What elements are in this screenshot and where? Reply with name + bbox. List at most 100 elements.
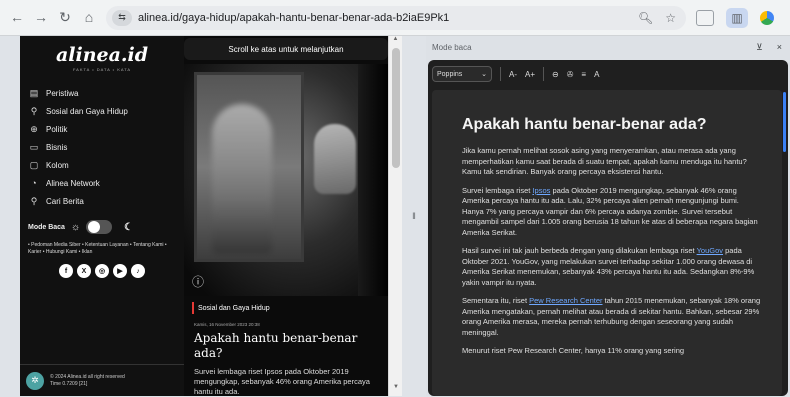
chevron-down-icon: ⌄ <box>481 71 487 78</box>
sidebar-item-peristiwa[interactable]: ▤ Peristiwa <box>20 84 184 102</box>
image-shadow <box>358 64 388 296</box>
dark-mode-toggle[interactable] <box>86 220 113 234</box>
paragraph-text: Hasil survei ini tak jauh berbeda dengan… <box>462 246 697 255</box>
site-logo[interactable]: alinea.id <box>20 44 184 66</box>
globe-icon: ⊕ <box>30 123 38 134</box>
sidebar-item-bisnis[interactable]: ▭ Bisnis <box>20 138 184 156</box>
sidebar-menu: ▤ Peristiwa ⚲ Sosial dan Gaya Hidup ⊕ Polit… <box>20 84 184 210</box>
moon-icon[interactable]: ☾ <box>124 222 133 233</box>
tiktok-icon[interactable]: ♪ <box>131 264 145 278</box>
sidebar-item-label: Alinea Network <box>46 178 100 188</box>
copyright-text: © 2024 Alinea.id all right reserved <box>50 373 125 380</box>
pin-icon[interactable]: ⊻ <box>756 42 763 53</box>
theme-icon[interactable]: ✇ <box>567 70 574 79</box>
yougov-link[interactable]: YouGov <box>697 246 723 255</box>
paragraph-text: Survei lembaga riset <box>462 185 533 195</box>
scroll-hint[interactable]: Scroll ke atas untuk melanjutkan <box>184 38 388 60</box>
category-accent <box>192 302 194 314</box>
pew-link[interactable]: Pew Research Center <box>529 296 602 305</box>
bookmark-star-icon[interactable]: ☆ <box>665 11 676 25</box>
logo-tagline: FAKTA • DATA • KATA <box>72 67 132 72</box>
browser-toolbar: ← → ↻ ⌂ ⇆ alinea.id/gaya-hidup/apakah-ha… <box>0 0 790 36</box>
paragraph-text: Sementara itu, riset <box>462 296 530 305</box>
reader-toolbar: Poppins ⌄ A- A+ ⊖ ✇ ≡ A <box>428 60 788 88</box>
briefcase-icon: ▭ <box>29 141 39 152</box>
article-lede: Survei lembaga riset Ipsos pada Oktober … <box>194 367 370 396</box>
reading-mode-control: Mode Baca ☼ ☾ <box>20 220 184 234</box>
sidebar-item-label: Sosial dan Gaya Hidup <box>46 106 128 116</box>
scrollbar-thumb[interactable] <box>392 48 400 168</box>
reader-paragraph: Hasil survei ini tak jauh berbeda dengan… <box>462 246 762 288</box>
sidebar-item-label: Kolom <box>46 160 69 170</box>
line-spacing-icon[interactable]: ⊖ <box>552 70 559 79</box>
sidebar-item-label: Politik <box>46 124 68 134</box>
font-select[interactable]: Poppins ⌄ <box>432 66 492 82</box>
reader-paragraph: Sementara itu, riset Pew Research Center… <box>462 296 762 338</box>
hand-silhouette <box>314 124 356 194</box>
reader-paragraph: Menurut riset Pew Research Center, hanya… <box>462 346 685 355</box>
reader-container: Poppins ⌄ A- A+ ⊖ ✇ ≡ A Apakah hantu ben… <box>428 60 788 396</box>
scroll-up-icon[interactable]: ▲ <box>389 36 402 46</box>
close-icon[interactable]: × <box>777 42 782 53</box>
toolbar-divider <box>543 67 545 81</box>
address-bar[interactable]: ⇆ alinea.id/gaya-hidup/apakah-hantu-bena… <box>106 5 686 30</box>
reader-scrollbar[interactable] <box>783 92 786 152</box>
footer-links[interactable]: • Pedoman Media Siber • Ketentuan Layana… <box>20 234 184 256</box>
sidebar-item-network[interactable]: ◔ Alinea Network <box>20 174 184 192</box>
social-links: f X ◎ ▶ ♪ <box>20 264 184 278</box>
reader-title-label: Mode baca <box>432 42 472 52</box>
toggle-knob <box>88 221 101 233</box>
drag-handle-icon[interactable]: ‖ <box>412 211 416 221</box>
site-sidebar: alinea.id FAKTA • DATA • KATA ▤ Peristiwa… <box>20 36 184 396</box>
article-headline: Apakah hantu benar-benar ada? <box>194 331 358 360</box>
text-style-icon[interactable]: A <box>594 70 599 79</box>
sidebar-item-sosial[interactable]: ⚲ Sosial dan Gaya Hidup <box>20 102 184 120</box>
accessibility-icon[interactable]: ✲ <box>26 371 44 390</box>
alignment-icon[interactable]: ≡ <box>581 70 586 79</box>
back-icon[interactable]: ← <box>10 9 24 26</box>
home-icon[interactable]: ⌂ <box>82 9 96 26</box>
reader-article-title: Apakah hantu benar-benar ada? <box>462 116 707 133</box>
article-date: Kamis, 16 November 2023 20:38 <box>194 322 260 327</box>
sun-icon[interactable]: ☼ <box>71 222 80 233</box>
sidebar-footer: ✲ © 2024 Alinea.id all right reserved Ti… <box>20 364 184 396</box>
sidebar-item-politik[interactable]: ⊕ Politik <box>20 120 184 138</box>
reader-paragraph: Jika kamu pernah melihat sosok asing yan… <box>462 146 747 176</box>
article-hero-image: ⓘ <box>184 64 388 296</box>
search-icon: ⚲ <box>30 195 38 206</box>
lifestyle-icon: ⚲ <box>30 105 38 116</box>
ipsos-link[interactable]: Ipsos <box>532 186 550 195</box>
reader-paragraph: Survei lembaga riset Ipsos pada Oktober … <box>462 186 762 239</box>
sidebar-item-label: Cari Berita <box>46 196 84 206</box>
font-decrease-button[interactable]: A- <box>509 70 517 79</box>
side-panel-icon[interactable]: ▥ <box>726 7 748 28</box>
extensions-icon[interactable] <box>696 9 714 26</box>
facebook-icon[interactable]: f <box>59 264 73 278</box>
scroll-down-icon[interactable]: ▼ <box>389 384 403 394</box>
zoom-icon[interactable]: 🔍︎ <box>638 11 653 25</box>
ghost-figure <box>212 104 272 254</box>
sidebar-item-search[interactable]: ⚲ Cari Berita <box>20 192 184 210</box>
reload-icon[interactable]: ↻ <box>58 9 72 26</box>
network-icon: ◔ <box>31 178 37 188</box>
category-label: Sosial dan Gaya Hidup <box>198 304 270 312</box>
reader-header: Mode baca ⊻ × <box>426 36 790 58</box>
article-category[interactable]: Sosial dan Gaya Hidup <box>192 302 388 314</box>
panel-resize-handle[interactable]: ‖ <box>402 36 426 396</box>
page-scrollbar[interactable]: ▲ ▼ <box>388 36 402 396</box>
info-icon[interactable]: ⓘ <box>192 273 204 290</box>
reading-mode-panel: Mode baca ⊻ × Poppins ⌄ A- A+ ⊖ ✇ ≡ A Ap… <box>426 36 790 396</box>
url-text[interactable]: alinea.id/gaya-hidup/apakah-hantu-benar-… <box>138 12 449 24</box>
mode-label: Mode Baca <box>28 223 65 231</box>
forward-icon[interactable]: → <box>34 9 48 26</box>
article-column: Scroll ke atas untuk melanjutkan ⓘ Sosia… <box>184 36 388 396</box>
font-increase-button[interactable]: A+ <box>525 70 535 79</box>
sidebar-item-kolom[interactable]: ▢ Kolom <box>20 156 184 174</box>
instagram-icon[interactable]: ◎ <box>95 264 109 278</box>
x-icon[interactable]: X <box>77 264 91 278</box>
column-icon: ▢ <box>29 159 39 170</box>
profile-icon[interactable] <box>760 10 774 25</box>
youtube-icon[interactable]: ▶ <box>113 264 127 278</box>
site-info-icon[interactable]: ⇆ <box>112 9 132 26</box>
reader-content: Apakah hantu benar-benar ada? Jika kamu … <box>432 90 782 396</box>
